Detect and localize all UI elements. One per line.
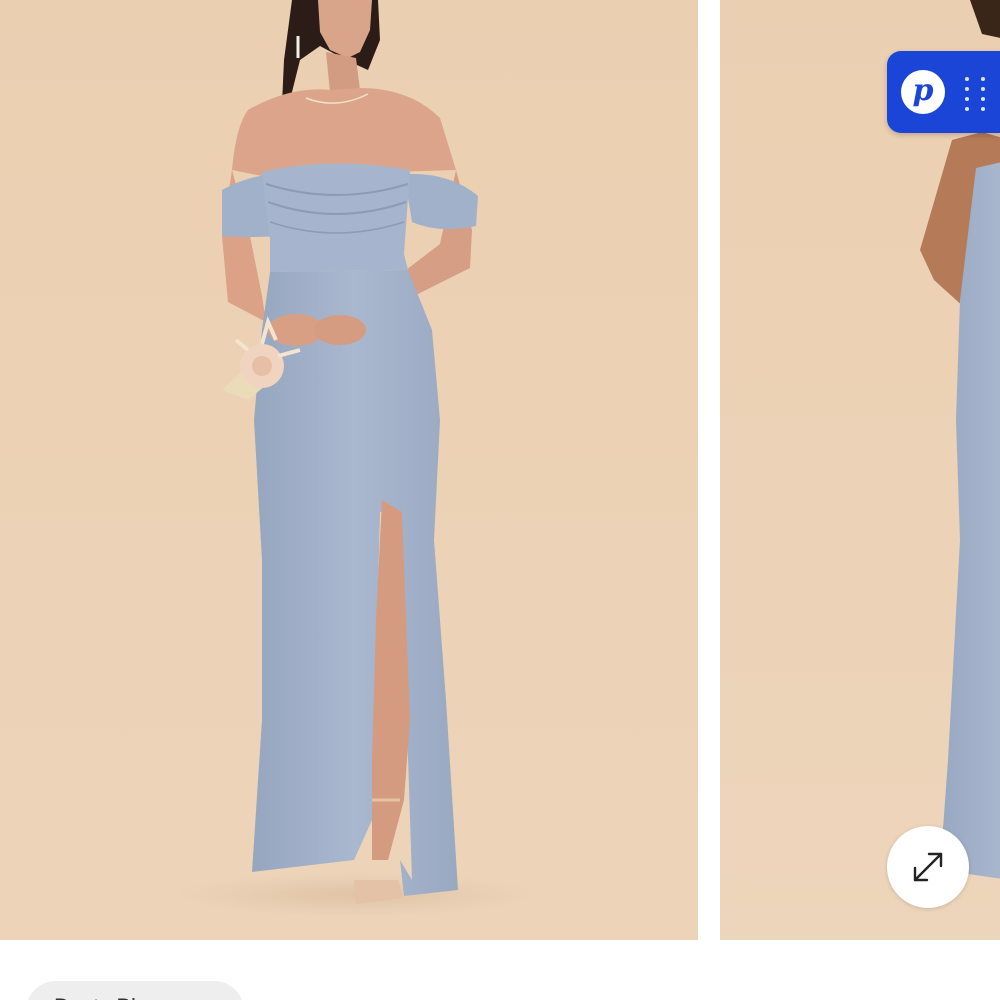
- grip-dots-icon: [965, 77, 985, 111]
- product-page: p Dusty Blue: [0, 0, 1000, 1000]
- product-photo-partial: [720, 0, 1000, 940]
- product-image-2[interactable]: [720, 0, 1000, 940]
- pinterest-style-badge[interactable]: p: [887, 51, 1000, 133]
- product-photo: [0, 0, 698, 940]
- color-swatch-chip[interactable]: Dusty Blue: [26, 981, 244, 1000]
- expand-image-button[interactable]: [887, 826, 969, 908]
- p-logo-icon: p: [901, 70, 945, 114]
- product-image-gallery[interactable]: p: [0, 0, 1000, 940]
- expand-arrows-icon: [913, 852, 943, 882]
- product-image-1[interactable]: [0, 0, 698, 940]
